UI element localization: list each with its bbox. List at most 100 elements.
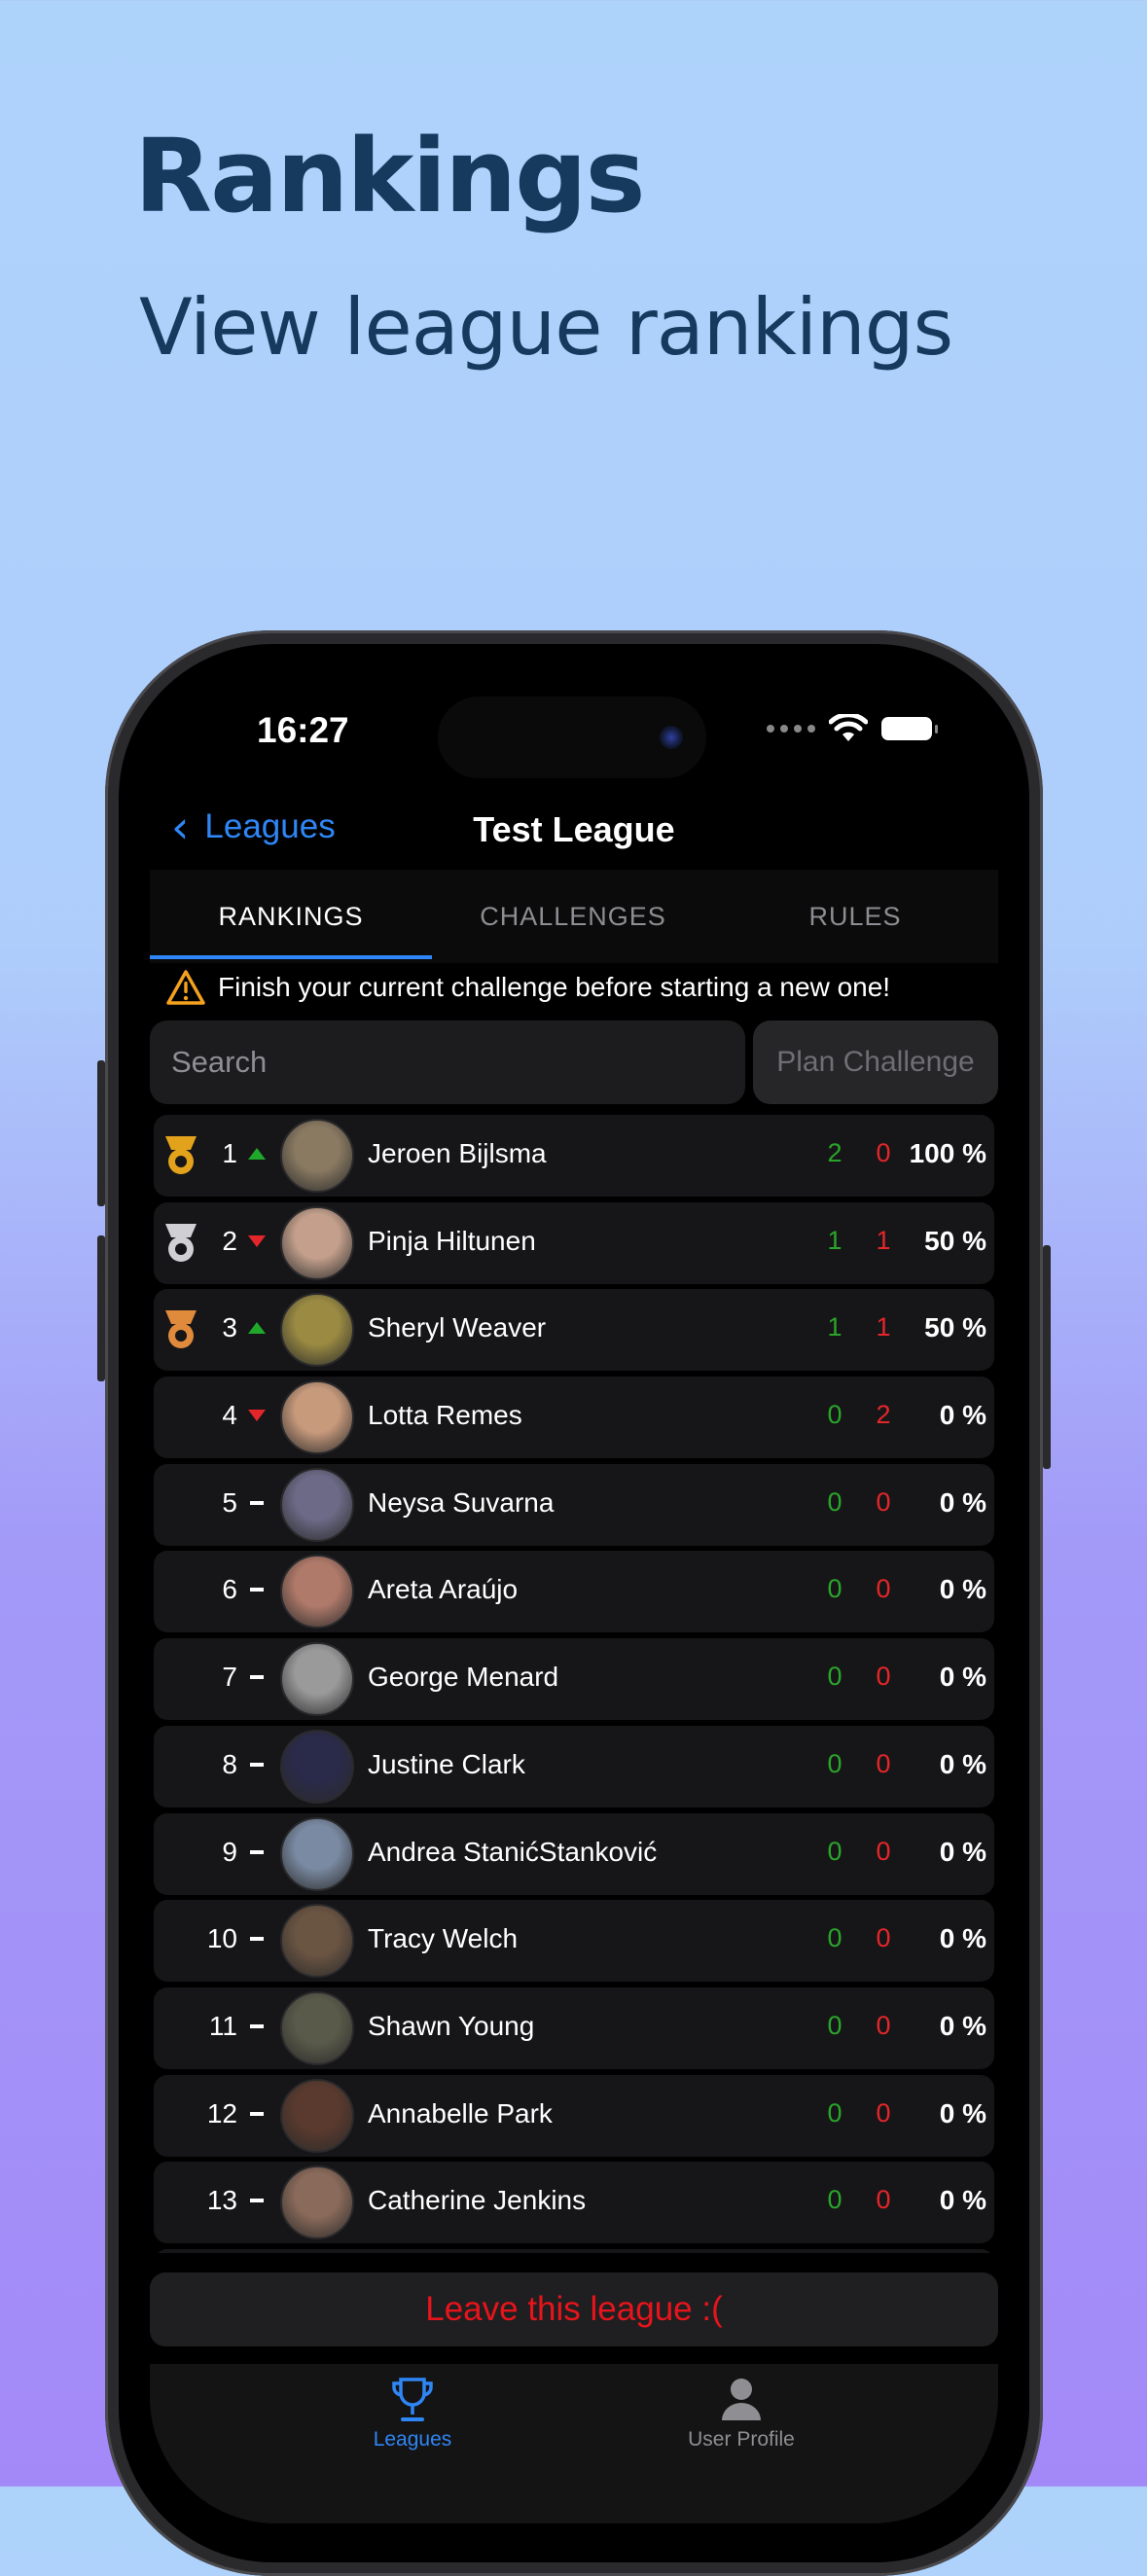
tab-bar-top: RANKINGS CHALLENGES RULES: [150, 870, 998, 963]
camera-icon: [660, 726, 683, 749]
ranking-row[interactable]: 5 Neysa Suvarna 0 0 0 %: [154, 1463, 994, 1546]
tabbar-leagues[interactable]: Leagues: [315, 2376, 510, 2451]
rank-number: 12: [206, 2097, 237, 2129]
bottom-tab-bar: Leagues User Profile: [150, 2364, 998, 2523]
ranking-row[interactable]: 12 Annabelle Park 0 0 0 %: [154, 2074, 994, 2157]
tab-rankings[interactable]: RANKINGS: [150, 870, 432, 963]
silver-medal-icon: [165, 1223, 197, 1262]
win-percentage: 50 %: [924, 1225, 986, 1256]
leave-league-button[interactable]: Leave this league :(: [150, 2272, 998, 2346]
win-percentage: 0 %: [939, 1748, 986, 1779]
rank-number: 8: [222, 1748, 237, 1779]
trend-same-icon: [250, 2023, 264, 2028]
volume-up-button: [97, 1060, 105, 1206]
ranking-row-partial: [154, 2248, 994, 2253]
ranking-row[interactable]: 1 Jeroen Bijlsma 2 0 100 %: [154, 1115, 994, 1197]
losses-count: 0: [876, 1486, 891, 1517]
active-tab-indicator: [150, 955, 432, 959]
win-percentage: 0 %: [939, 1574, 986, 1605]
rank-number: 9: [222, 1836, 237, 1867]
win-percentage: 0 %: [939, 1486, 986, 1518]
wins-count: 0: [827, 1836, 842, 1866]
user-profile-icon: [722, 2379, 761, 2420]
gold-medal-icon: [165, 1136, 197, 1174]
volume-down-button: [97, 1235, 105, 1381]
player-name: Jeroen Bijlsma: [368, 1138, 547, 1168]
win-percentage: 0 %: [939, 2097, 986, 2129]
status-icons: [767, 714, 938, 743]
wins-count: 0: [827, 1662, 842, 1692]
tab-challenges[interactable]: CHALLENGES: [432, 870, 714, 963]
avatar: [280, 2165, 354, 2240]
trend-same-icon: [250, 1849, 264, 1854]
losses-count: 1: [876, 1225, 891, 1255]
trend-up-icon: [248, 1322, 266, 1335]
wifi-icon: [829, 714, 868, 741]
avatar: [280, 1729, 354, 1804]
avatar: [280, 1467, 354, 1542]
trend-down-icon: [248, 1234, 266, 1247]
win-percentage: 100 %: [909, 1138, 986, 1168]
player-name: Sheryl Weaver: [368, 1312, 547, 1343]
player-name: Justine Clark: [368, 1748, 525, 1779]
wins-count: 0: [827, 1748, 842, 1778]
win-percentage: 0 %: [939, 2010, 986, 2041]
ranking-row[interactable]: 3 Sheryl Weaver 1 1 50 %: [154, 1289, 994, 1372]
win-percentage: 50 %: [924, 1312, 986, 1343]
rank-number: 1: [222, 1138, 237, 1168]
cellular-signal-icon: [767, 725, 815, 733]
win-percentage: 0 %: [939, 2185, 986, 2216]
rank-number: 3: [222, 1312, 237, 1343]
trend-up-icon: [248, 1148, 266, 1160]
trend-same-icon: [250, 2199, 264, 2203]
wins-count: 0: [827, 1574, 842, 1604]
ranking-row[interactable]: 10 Tracy Welch 0 0 0 %: [154, 1900, 994, 1983]
trend-down-icon: [248, 1410, 266, 1422]
ranking-row[interactable]: 8 Justine Clark 0 0 0 %: [154, 1725, 994, 1807]
warning-text: Finish your current challenge before sta…: [218, 972, 891, 1002]
rankings-list[interactable]: 1 Jeroen Bijlsma 2 0 100 % 2 Pinja Hiltunen 1 1 5…: [150, 1115, 998, 2253]
losses-count: 0: [876, 1836, 891, 1866]
promo-subtitle: View league rankings: [139, 282, 953, 373]
search-input[interactable]: [150, 1020, 745, 1104]
player-name: George Menard: [368, 1662, 559, 1693]
wins-count: 0: [827, 2097, 842, 2128]
bronze-medal-icon: [165, 1310, 197, 1349]
tabbar-leagues-label: Leagues: [373, 2428, 452, 2451]
ranking-row[interactable]: 2 Pinja Hiltunen 1 1 50 %: [154, 1201, 994, 1284]
wins-count: 0: [827, 1923, 842, 1953]
ranking-row[interactable]: 7 George Menard 0 0 0 %: [154, 1638, 994, 1721]
ranking-row[interactable]: 9 Andrea StanićStanković 0 0 0 %: [154, 1812, 994, 1895]
losses-count: 0: [876, 1662, 891, 1692]
dynamic-island: [438, 697, 706, 778]
ranking-row[interactable]: 13 Catherine Jenkins 0 0 0 %: [154, 2162, 994, 2244]
rank-number: 4: [222, 1400, 237, 1431]
player-name: Neysa Suvarna: [368, 1486, 555, 1518]
wins-count: 2: [827, 1138, 842, 1167]
tabbar-user-profile[interactable]: User Profile: [644, 2376, 839, 2451]
wins-count: 0: [827, 1400, 842, 1430]
status-time: 16:27: [257, 710, 349, 750]
tab-rules[interactable]: RULES: [714, 870, 996, 963]
ranking-row[interactable]: 11 Shawn Young 0 0 0 %: [154, 1986, 994, 2069]
ranking-row[interactable]: 6 Areta Araújo 0 0 0 %: [154, 1551, 994, 1633]
player-name: Andrea StanićStanković: [368, 1836, 658, 1867]
avatar: [280, 1816, 354, 1891]
rank-number: 6: [222, 1574, 237, 1605]
wins-count: 1: [827, 1225, 842, 1255]
avatar: [280, 1293, 354, 1368]
win-percentage: 0 %: [939, 1662, 986, 1693]
tabbar-user-profile-label: User Profile: [688, 2428, 795, 2451]
trend-same-icon: [250, 2111, 264, 2116]
trophy-icon: [392, 2378, 433, 2421]
player-name: Catherine Jenkins: [368, 2185, 587, 2216]
avatar: [280, 2078, 354, 2153]
warning-triangle-icon: [166, 970, 205, 1005]
plan-challenge-button[interactable]: Plan Challenge: [753, 1020, 998, 1104]
rank-number: 11: [208, 2010, 237, 2041]
ranking-row[interactable]: 4 Lotta Remes 0 2 0 %: [154, 1377, 994, 1459]
trend-same-icon: [250, 1675, 264, 1680]
battery-icon: [881, 717, 938, 740]
losses-count: 0: [876, 1138, 891, 1167]
win-percentage: 0 %: [939, 1836, 986, 1867]
